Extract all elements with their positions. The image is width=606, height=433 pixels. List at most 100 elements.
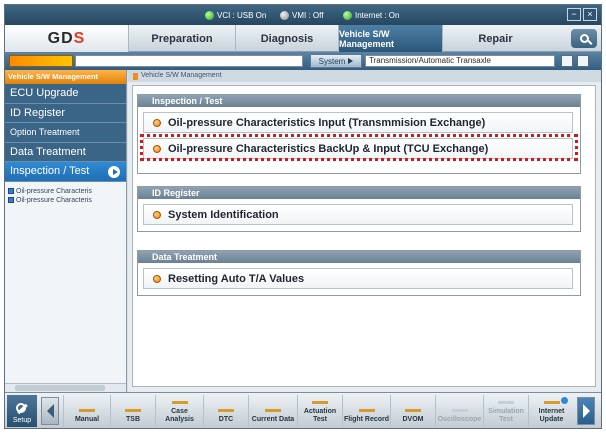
group-id-register: ID Register System Identification: [137, 186, 581, 232]
manual-button[interactable]: Manual: [63, 395, 110, 427]
vci-status-label: VCI : USB On: [217, 10, 267, 20]
dtc-button[interactable]: DTC: [203, 395, 248, 427]
setup-label: Setup: [12, 417, 32, 424]
case-analysis-button[interactable]: Case Analysis: [155, 395, 203, 427]
oscilloscope-button[interactable]: Oscilloscope: [435, 395, 483, 427]
vci-status: VCI : USB On: [205, 8, 266, 22]
sidebar-item-label: ECU Upgrade: [10, 87, 79, 100]
gds-logo: GDS: [5, 25, 128, 52]
list-item-label: Oil-pressure Characteris: [16, 187, 92, 195]
list-item-label: Oil-pressure Characteris: [16, 196, 92, 204]
sidebar-menu: ECU Upgrade ID Register Option Treatment…: [5, 84, 126, 182]
button-label: Flight Record: [343, 416, 390, 423]
sidebar-item-label: Inspection / Test: [10, 165, 90, 178]
minimize-button[interactable]: −: [567, 8, 581, 21]
vehicle-selector-button[interactable]: [9, 55, 73, 67]
scrollbar-thumb[interactable]: [15, 385, 105, 391]
flight-record-icon: [358, 409, 375, 412]
case-analysis-icon: [171, 401, 188, 404]
setup-button[interactable]: Setup: [7, 395, 37, 427]
window-layout-icon[interactable]: [577, 55, 589, 67]
tab-preparation[interactable]: Preparation: [128, 25, 235, 52]
document-icon: [8, 188, 14, 194]
button-label: TSB: [126, 416, 140, 423]
main-panel: Vehicle S/W Management Inspection / Test…: [128, 70, 601, 392]
tsb-icon: [125, 409, 141, 412]
vehicle-field[interactable]: [75, 55, 303, 67]
internet-update-icon: [543, 401, 560, 404]
sidebar-item-data-treatment[interactable]: Data Treatment: [5, 143, 126, 162]
main-tabs: GDS Preparation Diagnosis Vehicle S/W Ma…: [5, 25, 601, 52]
sidebar-scrollbar[interactable]: [5, 383, 126, 392]
window-controls: − ×: [567, 8, 597, 21]
option-system-identification[interactable]: System Identification: [143, 204, 573, 225]
tab-diagnosis[interactable]: Diagnosis: [235, 25, 338, 52]
tab-vehicle-sw-management[interactable]: Vehicle S/W Management: [338, 25, 442, 52]
system-field[interactable]: Transmission/Automatic Transaxle: [365, 55, 555, 67]
breadcrumb-label: Vehicle S/W Management: [141, 72, 222, 79]
breadcrumb: Vehicle S/W Management: [128, 70, 601, 82]
dvom-icon: [405, 409, 421, 412]
simulation-test-button[interactable]: Simulation Test: [483, 395, 528, 427]
current-data-button[interactable]: Current Data: [248, 395, 297, 427]
selection-highlight: [140, 134, 578, 161]
document-icon: [8, 197, 14, 203]
system-button-label: System: [318, 56, 346, 66]
internet-indicator-icon: [343, 10, 352, 20]
group-inspection-test: Inspection / Test Oil-pressure Character…: [137, 94, 581, 174]
internet-status-label: Internet : On: [355, 10, 400, 20]
sidebar-item-label: Data Treatment: [10, 145, 86, 158]
flight-record-button[interactable]: Flight Record: [342, 395, 390, 427]
bottom-toolbar: Setup Manual TSB Case Analysis DTC Curre…: [5, 392, 601, 428]
internet-status: Internet : On: [343, 8, 399, 22]
group-title: Data Treatment: [138, 251, 580, 263]
vci-indicator-icon: [205, 10, 214, 20]
button-label: Simulation Test: [488, 408, 524, 423]
search-button[interactable]: [571, 29, 597, 48]
tsb-button[interactable]: TSB: [110, 395, 155, 427]
dtc-icon: [218, 409, 234, 412]
group-title: Inspection / Test: [138, 95, 580, 107]
button-label: Actuation Test: [303, 408, 337, 423]
save-icon[interactable]: [561, 55, 573, 67]
close-button[interactable]: ×: [583, 8, 597, 21]
dvom-button[interactable]: DVOM: [390, 395, 435, 427]
content-area: Inspection / Test Oil-pressure Character…: [132, 85, 596, 387]
scroll-right-button[interactable]: [577, 397, 595, 425]
sidebar: Vehicle S/W Management ECU Upgrade ID Re…: [5, 70, 127, 392]
button-label: Manual: [74, 416, 100, 423]
sidebar-item-inspection-test[interactable]: Inspection / Test: [5, 162, 126, 182]
button-label: DVOM: [402, 416, 424, 423]
group-title: ID Register: [138, 187, 580, 199]
button-label: Current Data: [251, 416, 295, 423]
scroll-left-button[interactable]: [41, 397, 59, 425]
sidebar-item-option-treatment[interactable]: Option Treatment: [5, 123, 126, 143]
sidebar-header: Vehicle S/W Management: [5, 70, 126, 84]
document-list: Oil-pressure Characteris Oil-pressure Ch…: [5, 182, 126, 205]
option-resetting-auto-ta[interactable]: Resetting Auto T/A Values: [143, 268, 573, 289]
notification-badge-icon: [561, 397, 568, 404]
system-button[interactable]: System: [310, 54, 362, 68]
bullet-icon: [153, 211, 161, 219]
bullet-icon: [153, 119, 161, 127]
actuation-test-icon: [312, 401, 328, 404]
actuation-test-button[interactable]: Actuation Test: [297, 395, 342, 427]
option-label: Oil-pressure Characteristics Input (Tran…: [168, 116, 486, 129]
sidebar-item-id-register[interactable]: ID Register: [5, 104, 126, 123]
connection-status-bar: VCI : USB On VMI : Off Internet : On − ×: [5, 5, 601, 25]
vmi-status-label: VMI : Off: [292, 10, 324, 20]
button-label: Case Analysis: [165, 408, 194, 423]
wrench-icon: [16, 403, 28, 415]
current-data-icon: [265, 409, 281, 412]
option-oil-pressure-input[interactable]: Oil-pressure Characteristics Input (Tran…: [143, 112, 573, 133]
vehicle-toolbar: System Transmission/Automatic Transaxle: [5, 52, 601, 70]
search-icon: [579, 34, 589, 43]
sidebar-item-ecu-upgrade[interactable]: ECU Upgrade: [5, 84, 126, 104]
vmi-status: VMI : Off: [280, 8, 323, 22]
list-item[interactable]: Oil-pressure Characteris: [5, 187, 126, 196]
button-label: Internet Update: [538, 408, 565, 423]
internet-update-button[interactable]: Internet Update: [528, 395, 574, 427]
list-item[interactable]: Oil-pressure Characteris: [5, 196, 126, 205]
simulation-test-icon: [498, 401, 514, 404]
tab-repair[interactable]: Repair: [442, 25, 548, 52]
